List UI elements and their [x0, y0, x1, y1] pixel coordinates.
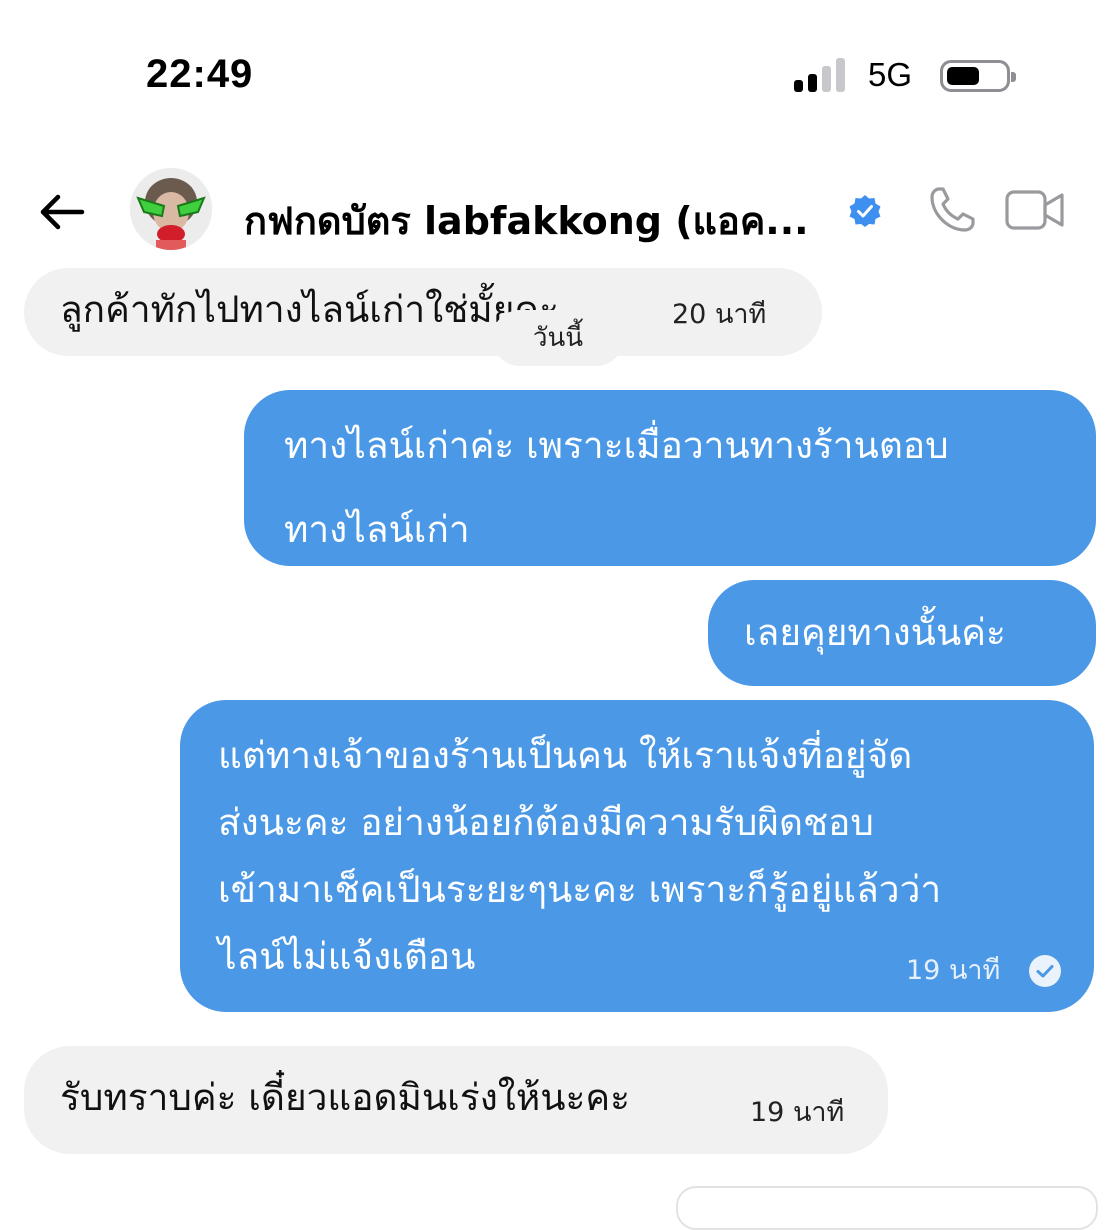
message-line: แต่ทางเจ้าของร้านเป็นคน ให้เราแจ้งที่อยู…: [218, 734, 913, 777]
message-text: ลูกค้าทักไปทางไลน์เก่าใช่มั้ยคะ: [60, 288, 559, 331]
message-line: ส่งนะคะ อย่างน้อยก้ต้องมีความรับผิดชอบ: [218, 801, 874, 844]
status-time: 22:49: [146, 52, 254, 96]
verified-badge-icon: [849, 195, 881, 227]
outgoing-message[interactable]: ทางไลน์เก่าค่ะ เพราะเมื่อวานทางร้านตอบ ท…: [244, 390, 1096, 566]
status-bar: 22:49 5G: [0, 0, 1118, 150]
battery-icon: [940, 60, 1016, 92]
contact-name[interactable]: กฟกดบัตร labfakkong (แอค...: [244, 190, 834, 251]
date-separator: วันนี้: [492, 310, 624, 366]
message-time: 19 นาที: [906, 955, 1001, 986]
message-line: ทางไลน์เก่าค่ะ เพราะเมื่อวานทางร้านตอบ: [284, 424, 949, 467]
network-type: 5G: [868, 56, 913, 93]
signal-strength-icon: [794, 58, 854, 92]
message-time: 19 นาที: [750, 1097, 845, 1128]
message-line: ทางไลน์เก่า: [284, 508, 470, 551]
video-camera-icon[interactable]: [1004, 186, 1066, 234]
message-text: รับทราบค่ะ เดี๋ยวแอดมินเร่งให้นะคะ: [60, 1076, 631, 1119]
outgoing-message[interactable]: เลยคุยทางนั้นค่ะ: [708, 580, 1096, 686]
chat-header: กฟกดบัตร labfakkong (แอค...: [0, 160, 1118, 260]
message-composer[interactable]: [676, 1186, 1098, 1230]
message-line: เข้ามาเช็คเป็นระยะๆนะคะ เพราะก็รู้อยู่แล…: [218, 868, 942, 911]
message-time: 20 นาที: [672, 299, 767, 330]
message-text: เลยคุยทางนั้นค่ะ: [744, 611, 1006, 654]
avatar[interactable]: [130, 168, 212, 250]
back-arrow-icon[interactable]: [36, 186, 88, 238]
read-check-icon: [1029, 955, 1061, 987]
phone-icon[interactable]: [926, 184, 978, 236]
